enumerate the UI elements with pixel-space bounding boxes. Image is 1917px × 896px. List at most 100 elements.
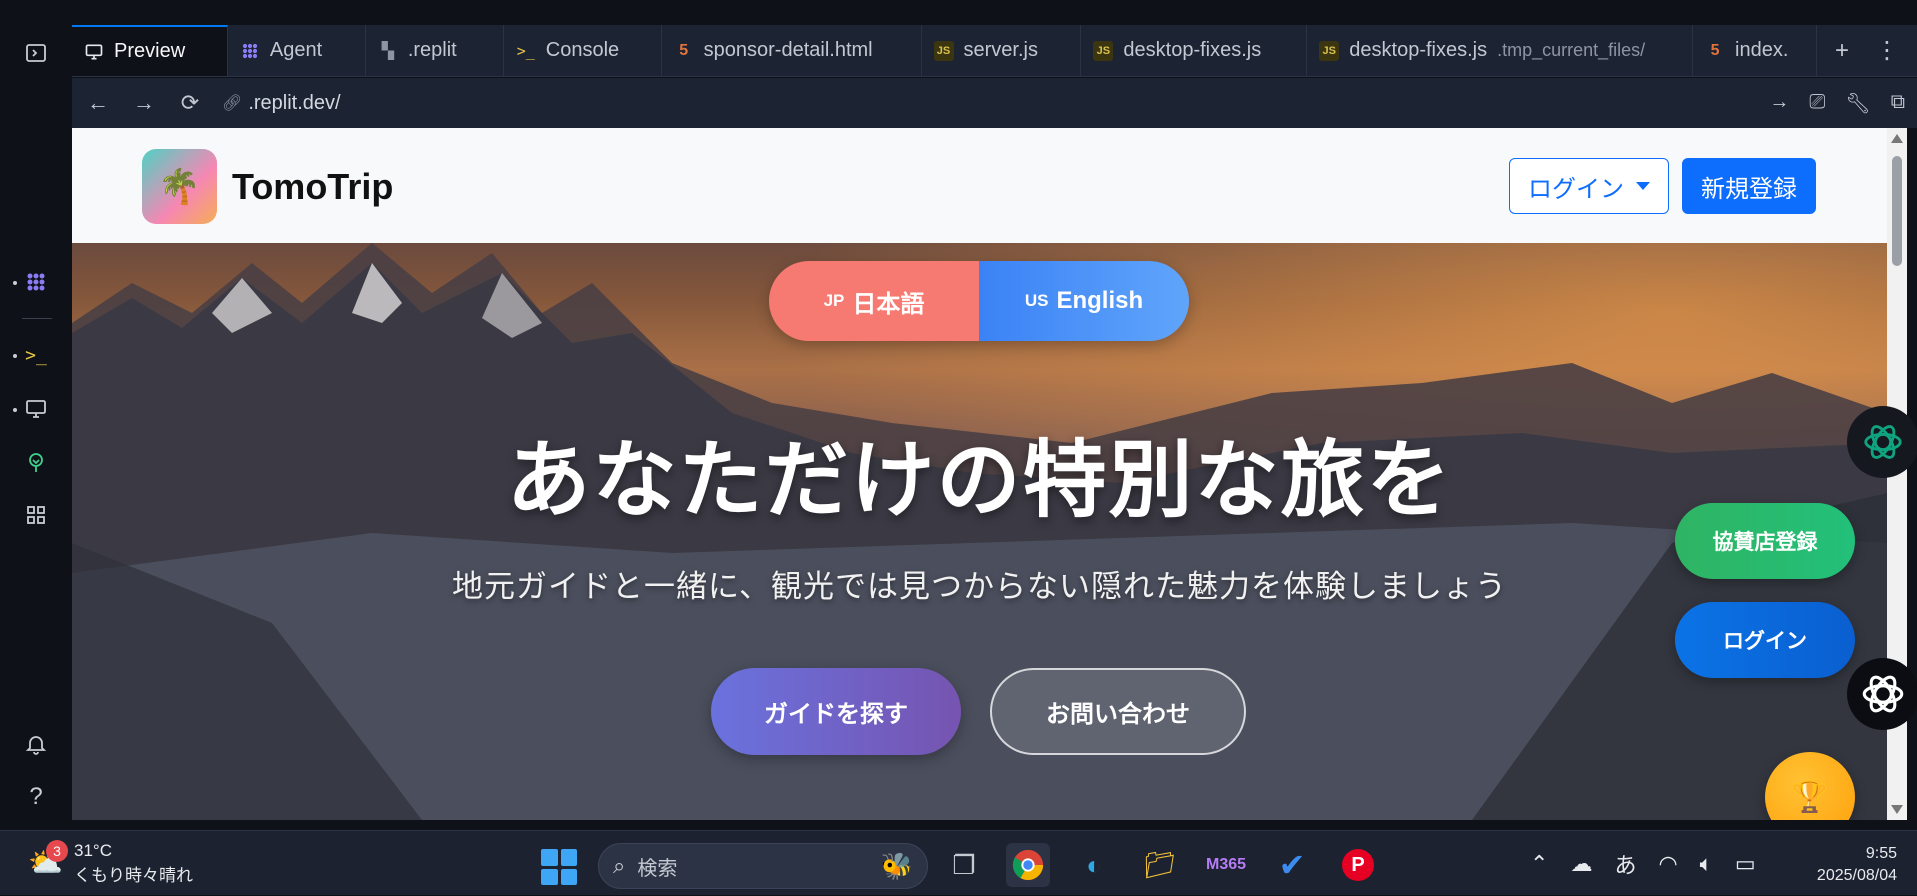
devices-icon[interactable]: ⎚ — [1809, 91, 1825, 116]
tab-console[interactable]: >_ Console — [504, 25, 662, 76]
forward-arrow-icon[interactable]: → — [130, 90, 158, 116]
signup-button[interactable]: 新規登録 — [1682, 158, 1816, 214]
todo-check-icon[interactable]: ✔ — [1270, 843, 1314, 887]
back-arrow-icon[interactable]: ← — [84, 90, 112, 116]
file-explorer-icon[interactable]: 📁︎ — [1138, 843, 1182, 887]
url-text: .replit.dev/ — [248, 91, 341, 114]
hero-subtitle: 地元ガイドと一緒に、観光では見つからない隠れた魅力を体験しましょう — [451, 569, 1508, 604]
tab-index-html[interactable]: 5 index. — [1693, 25, 1817, 76]
tray-chevron-up-icon[interactable]: ⌃ — [1530, 851, 1548, 877]
tab-label: server.js — [963, 39, 1038, 61]
scroll-up-arrow-icon[interactable] — [1891, 134, 1903, 143]
palm-tree-icon: 🌴 — [158, 167, 201, 206]
wifi-icon[interactable]: ◠ — [1658, 851, 1677, 877]
agent-active-dot — [13, 281, 17, 285]
go-arrow-icon[interactable]: → — [1769, 91, 1789, 116]
find-guide-button[interactable]: ガイドを探す — [711, 668, 961, 755]
url-field[interactable]: 🔗︎ .replit.dev/ — [222, 92, 1751, 115]
tab-desktop-fixes-tmp[interactable]: JS desktop-fixes.js .tmp_current_files/ — [1307, 25, 1694, 76]
all-tools-grid-icon[interactable] — [18, 497, 54, 533]
windows-start-icon[interactable] — [541, 849, 577, 885]
tab-label: index. — [1735, 39, 1789, 61]
js-file-icon: JS — [933, 40, 954, 61]
tab-label: .replit — [407, 39, 457, 61]
window-top-strip — [72, 0, 1917, 25]
notifications-bell-icon[interactable] — [18, 726, 54, 762]
scroll-down-arrow-icon[interactable] — [1891, 805, 1903, 814]
lang-en-label: English — [1056, 287, 1144, 314]
new-tab-plus-icon[interactable]: + — [1835, 37, 1849, 65]
preview-url-bar: ← → ⟳ 🔗︎ .replit.dev/ → ⎚ 🔧︎ ⧉ — [72, 78, 1917, 128]
trophy-icon: 🏆 — [1791, 780, 1829, 814]
open-external-icon[interactable]: ⧉ — [1891, 91, 1905, 116]
tab-tools: + ⋮ — [1817, 25, 1917, 76]
scroll-thumb[interactable] — [1892, 156, 1902, 266]
js-file-icon: JS — [1319, 40, 1340, 61]
html-file-icon: 5 — [1710, 41, 1720, 59]
weather-temperature: 31°C — [74, 841, 112, 860]
monitor-icon — [84, 42, 104, 62]
link-icon: 🔗︎ — [222, 95, 243, 112]
header-login-dropdown[interactable]: ログイン — [1509, 158, 1669, 214]
battery-icon[interactable]: ▭ — [1735, 851, 1756, 877]
more-options-icon[interactable]: ⋮ — [1875, 36, 1899, 65]
contact-button[interactable]: お問い合わせ — [990, 668, 1246, 755]
chrome-icon[interactable] — [1006, 843, 1050, 887]
terminal-icon: >_ — [516, 41, 535, 60]
taskbar-search[interactable]: ⌕ 検索 🐝 — [598, 843, 928, 889]
tab-replit-config[interactable]: ▚ .replit — [366, 25, 504, 76]
weather-description: くもり時々晴れ — [74, 866, 193, 885]
agent-icon — [240, 41, 260, 61]
lang-ja-label: 日本語 — [852, 290, 925, 318]
tab-server-js[interactable]: JS server.js — [922, 25, 1082, 76]
volume-icon[interactable]: 🔈︎ — [1700, 851, 1713, 877]
tab-sponsor-detail-html[interactable]: 5 sponsor-detail.html — [662, 25, 922, 76]
clock-time: 9:55 — [1865, 845, 1897, 862]
lang-japanese-button[interactable]: JP 日本語 — [769, 261, 979, 341]
language-switch: JP 日本語 US English — [769, 261, 1189, 341]
site-brand[interactable]: TomoTrip — [232, 166, 393, 208]
taskbar-clock[interactable]: 9:55 2025/08/04 — [1797, 843, 1897, 887]
html-file-icon: 5 — [679, 41, 689, 59]
chatgpt-floating-button[interactable] — [1847, 406, 1917, 478]
floating-login-button[interactable]: ログイン — [1675, 602, 1855, 678]
ai-assistant-floating-button[interactable] — [1847, 658, 1917, 730]
tab-label: sponsor-detail.html — [703, 39, 873, 61]
pinterest-logo: P — [1342, 849, 1374, 881]
tomotrip-logo[interactable]: 🌴 — [142, 149, 217, 224]
tab-label: desktop-fixes.js — [1123, 39, 1262, 61]
console-active-dot — [13, 354, 17, 358]
edge-icon[interactable]: ◐ — [1072, 843, 1116, 887]
tab-desktop-fixes-js[interactable]: JS desktop-fixes.js — [1081, 25, 1308, 76]
hero-section: JP 日本語 US English あなただけの特別な旅を 地元ガイドと一緒に、… — [72, 243, 1887, 820]
onedrive-cloud-icon[interactable]: ☁ — [1570, 851, 1592, 877]
task-view-icon[interactable]: ❐ — [942, 843, 986, 887]
tab-agent[interactable]: Agent — [228, 25, 366, 76]
agent-icon[interactable] — [18, 264, 54, 300]
openai-logo-white-icon — [1862, 675, 1904, 713]
deploy-tree-icon[interactable] — [18, 445, 54, 481]
ime-indicator[interactable]: あ — [1614, 848, 1636, 880]
pinterest-icon[interactable]: P — [1336, 843, 1380, 887]
jp-flag-code: JP — [823, 291, 845, 310]
partly-cloudy-icon: ⛅ 3 — [28, 839, 68, 882]
help-icon[interactable]: ? — [18, 779, 54, 815]
sponsor-register-button[interactable]: 協賛店登録 — [1675, 503, 1855, 579]
reload-icon[interactable]: ⟳ — [176, 90, 204, 116]
editor-tab-bar: Preview Agent ▚ .replit >_ Console 5 spo… — [72, 25, 1917, 77]
preview-active-dot — [13, 408, 17, 412]
toggle-sidebar-icon[interactable] — [18, 35, 54, 71]
weather-widget[interactable]: ⛅ 3 31°C くもり時々晴れ — [28, 839, 193, 886]
preview-viewport: 🌴 TomoTrip ログイン 新規登録 JP 日本語 US English あ… — [72, 128, 1887, 820]
tab-label: desktop-fixes.js — [1349, 39, 1488, 61]
m365-copilot-icon[interactable]: M365 — [1204, 843, 1248, 887]
tab-label: Console — [545, 39, 620, 61]
tab-preview[interactable]: Preview — [72, 25, 228, 76]
console-icon[interactable]: >_ — [18, 337, 54, 373]
lang-english-button[interactable]: US English — [979, 261, 1189, 341]
openai-logo-icon — [1864, 425, 1902, 459]
preview-monitor-icon[interactable] — [18, 391, 54, 427]
replit-sidebar: >_ ? — [0, 0, 72, 830]
devtools-wrench-icon[interactable]: 🔧︎ — [1845, 91, 1870, 116]
js-file-icon: JS — [1093, 40, 1114, 61]
